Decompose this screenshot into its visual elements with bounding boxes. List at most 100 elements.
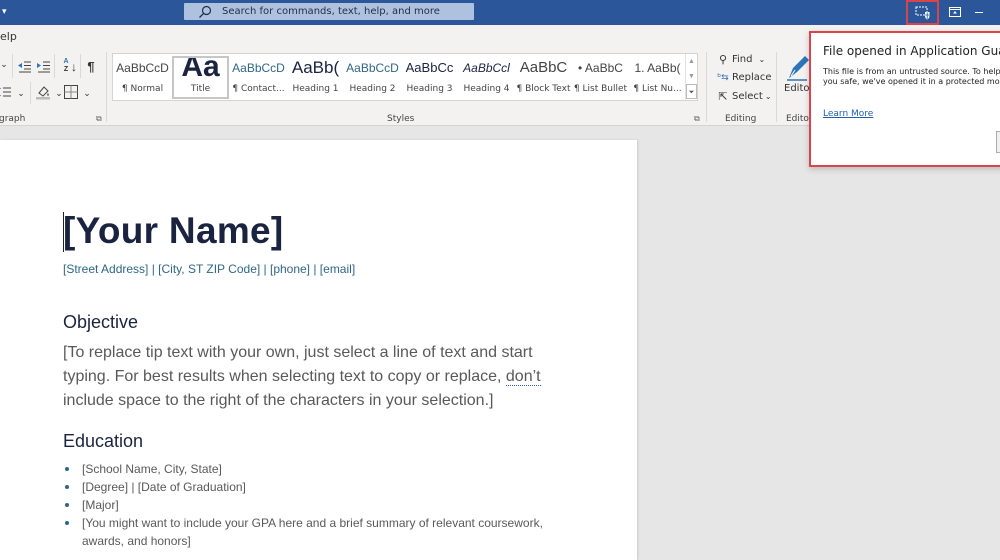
- style-sample: AaBb(: [291, 58, 340, 77]
- find-icon: ⚲: [718, 53, 728, 66]
- style-name: ¶ List Nu...: [633, 84, 682, 94]
- style-name: ¶ List Bullet: [573, 84, 628, 94]
- grammar-flag[interactable]: don’t: [505, 368, 541, 386]
- education-list: [School Name, City, State] [Degree] | [D…: [63, 460, 563, 550]
- contact-line[interactable]: [Street Address] | [City, ST ZIP Code] |…: [63, 262, 355, 276]
- application-guard-shield-icon: [915, 6, 929, 19]
- objective-text[interactable]: [To replace tip text with your own, just…: [63, 341, 563, 413]
- style-sample: AaBbCcD: [116, 61, 169, 75]
- style-name: ¶ Block Text: [516, 84, 571, 94]
- popup-button[interactable]: [996, 131, 1000, 153]
- list-item-text: [You might want to include your GPA here…: [82, 516, 543, 548]
- select-cursor-icon: ⇱: [718, 90, 728, 103]
- ribbon-display-icon: [949, 7, 961, 17]
- group-label-styles: Styles: [387, 114, 415, 124]
- paragraph-dialog-launcher-icon[interactable]: ⧉: [96, 114, 102, 124]
- document-page[interactable]: [Your Name] [Street Address] | [City, ST…: [0, 140, 637, 560]
- group-label-paragraph: graph: [0, 114, 26, 124]
- document-canvas: [Your Name] [Street Address] | [City, ST…: [0, 126, 1000, 560]
- style-sample: AaBbC: [519, 59, 568, 76]
- styles-dialog-launcher-icon[interactable]: ⧉: [694, 114, 700, 124]
- list-item-text: [School Name, City, State]: [82, 462, 222, 476]
- style-block-text[interactable]: AaBbC ¶ Block Text: [515, 56, 572, 99]
- learn-more-link[interactable]: Learn More: [823, 109, 873, 119]
- show-formatting-marks-icon[interactable]: ¶: [83, 58, 99, 74]
- bullet-icon: [65, 485, 69, 489]
- replace-button[interactable]: ᵇ⇆ Replace: [716, 72, 772, 83]
- bullet-icon: [65, 467, 69, 471]
- style-sample: AaBbCcD: [346, 61, 399, 75]
- list-item[interactable]: [You might want to include your GPA here…: [63, 514, 563, 550]
- heading-education[interactable]: Education: [63, 431, 143, 452]
- style-contact[interactable]: AaBbCcD ¶ Contact...: [230, 56, 287, 99]
- objective-text-part: [To replace tip text with your own, just…: [63, 344, 533, 385]
- style-name: ¶ Contact...: [232, 84, 285, 94]
- bullet-icon: [65, 503, 69, 507]
- line-spacing-icon[interactable]: [0, 84, 12, 100]
- popup-title: File opened in Application Guard: [823, 44, 1000, 58]
- minimize-button[interactable]: [968, 3, 990, 21]
- style-sample: • AaBbC: [578, 61, 623, 75]
- list-item-text: [Degree] | [Date of Graduation]: [82, 480, 246, 494]
- separator: [80, 54, 81, 78]
- style-name: Heading 3: [406, 84, 453, 94]
- list-item[interactable]: [Major]: [63, 496, 563, 514]
- style-title[interactable]: Aa Title: [172, 56, 229, 99]
- replace-icon: ᵇ⇆: [717, 72, 729, 83]
- replace-label: Replace: [732, 72, 772, 83]
- editor-pen-icon: [787, 56, 809, 81]
- editor-button[interactable]: Editor: [782, 52, 814, 96]
- gallery-scrollbar: ▲ ▼ ⏷: [685, 54, 697, 100]
- separator: [30, 82, 31, 104]
- gallery-scroll-up-icon[interactable]: ▲: [686, 54, 697, 69]
- find-label: Find: [732, 54, 753, 65]
- select-dropdown-icon: ⌄: [764, 92, 772, 101]
- popup-body: This file is from an untrusted source. T…: [823, 67, 1000, 86]
- search-box[interactable]: Search for commands, text, help, and mor…: [184, 3, 474, 20]
- application-guard-popup: File opened in Application Guard This fi…: [809, 31, 1000, 167]
- search-icon: [199, 5, 212, 18]
- style-normal[interactable]: AaBbCcD ¶ Normal: [114, 56, 171, 99]
- borders-dropdown-icon[interactable]: ⌄: [79, 85, 95, 101]
- heading-objective[interactable]: Objective: [63, 312, 138, 333]
- minimize-icon: [975, 11, 983, 13]
- search-placeholder: Search for commands, text, help, and mor…: [222, 6, 440, 17]
- separator: [706, 52, 707, 122]
- list-item-text: [Major]: [82, 498, 119, 512]
- list-item[interactable]: [Degree] | [Date of Graduation]: [63, 478, 563, 496]
- style-name: ¶ Normal: [121, 84, 164, 94]
- style-list-number[interactable]: 1. AaBb( ¶ List Nu...: [629, 56, 686, 99]
- gallery-more-icon[interactable]: ⏷: [686, 84, 697, 99]
- resume-name[interactable]: [Your Name]: [63, 210, 284, 252]
- line-spacing-dropdown-icon[interactable]: ⌄: [13, 85, 29, 101]
- select-label: Select: [732, 91, 763, 102]
- style-list-bullet[interactable]: • AaBbC ¶ List Bullet: [572, 56, 629, 99]
- quick-access-dropdown-icon[interactable]: ▾: [2, 6, 7, 17]
- find-button[interactable]: ⚲ Find ⌄: [716, 53, 765, 66]
- gallery-scroll-down-icon[interactable]: ▼: [686, 69, 697, 84]
- style-heading-2[interactable]: AaBbCcD Heading 2: [344, 56, 401, 99]
- list-item[interactable]: [School Name, City, State]: [63, 460, 563, 478]
- ribbon-display-options-button[interactable]: [944, 3, 966, 21]
- style-sample: 1. AaBb(: [634, 61, 681, 75]
- style-heading-4[interactable]: AaBbCcl Heading 4: [458, 56, 515, 99]
- borders-icon[interactable]: [63, 84, 79, 100]
- decrease-indent-icon[interactable]: [17, 59, 33, 75]
- objective-text-part: include space to the right of the charac…: [63, 392, 494, 409]
- style-sample: Aa: [181, 58, 220, 80]
- style-heading-1[interactable]: AaBb( Heading 1: [287, 56, 344, 99]
- separator: [776, 52, 777, 122]
- find-dropdown-icon: ⌄: [758, 55, 766, 64]
- separator: [54, 54, 55, 78]
- shading-icon[interactable]: [35, 84, 51, 100]
- style-name: Heading 4: [463, 84, 510, 94]
- style-name: Title: [190, 84, 211, 94]
- increase-indent-icon[interactable]: [36, 59, 52, 75]
- style-heading-3[interactable]: AaBbCc Heading 3: [401, 56, 458, 99]
- application-guard-button[interactable]: [906, 0, 939, 25]
- style-name: Heading 1: [292, 84, 339, 94]
- dropdown-chevron-icon[interactable]: ⌄: [0, 56, 12, 72]
- select-button[interactable]: ⇱ Select ⌄: [716, 90, 772, 103]
- style-sample: AaBbCc: [405, 60, 454, 75]
- tab-help[interactable]: elp: [0, 30, 17, 43]
